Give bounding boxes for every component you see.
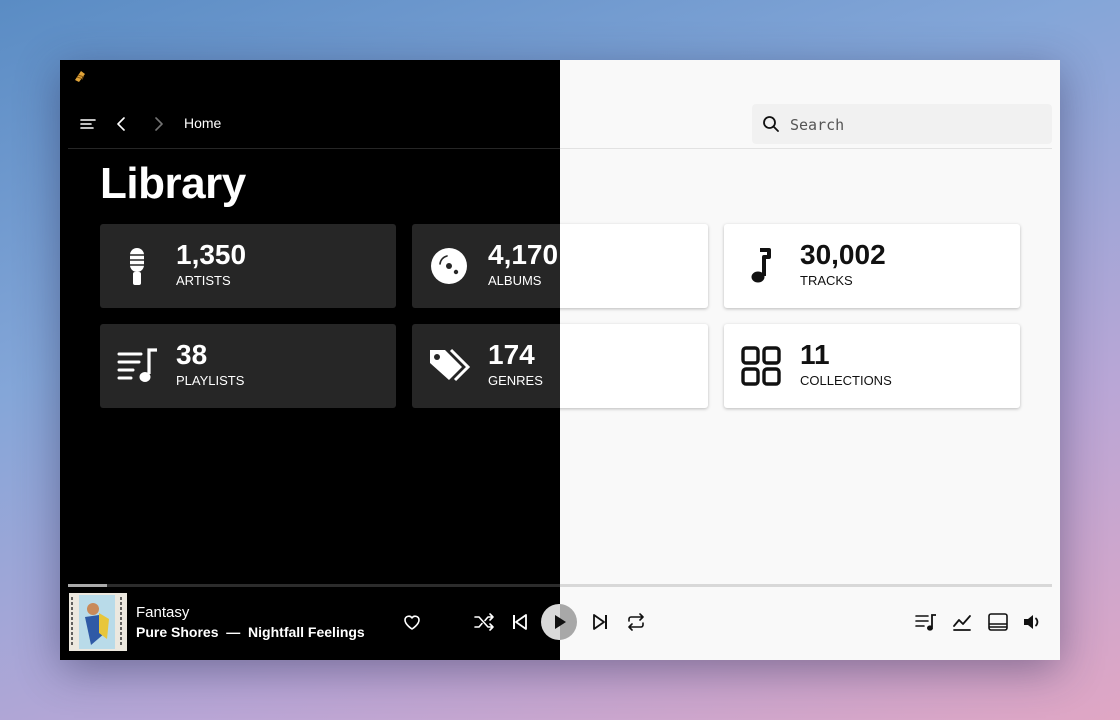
search-icon bbox=[763, 116, 779, 132]
stat-label: COLLECTIONS bbox=[800, 373, 892, 388]
app-logo-icon bbox=[75, 71, 85, 82]
track-subtitle: Pure Shores — Nightfall Feelings bbox=[136, 623, 365, 641]
queue-music-icon bbox=[915, 614, 936, 631]
heart-icon bbox=[404, 615, 420, 630]
search-box[interactable] bbox=[752, 104, 1052, 144]
stat-label: GENRES bbox=[488, 373, 543, 388]
stat-label: PLAYLISTS bbox=[176, 373, 245, 388]
like-button[interactable] bbox=[400, 610, 424, 634]
hamburger-menu-icon bbox=[80, 119, 96, 129]
back-button[interactable] bbox=[110, 112, 134, 136]
track-separator: — bbox=[226, 624, 241, 640]
page-title: Library bbox=[100, 159, 246, 208]
volume-icon bbox=[1024, 615, 1039, 629]
playback-progress-fill bbox=[68, 584, 108, 587]
menu-button[interactable] bbox=[76, 112, 100, 136]
stat-card-tracks[interactable]: 30,002 TRACKS bbox=[724, 224, 1020, 308]
stat-value: 11 bbox=[800, 339, 830, 370]
tag-icon bbox=[430, 348, 471, 382]
volume-button[interactable] bbox=[1020, 610, 1044, 634]
trend-line-icon bbox=[953, 615, 971, 631]
stat-label: ARTISTS bbox=[176, 273, 231, 288]
queue-button[interactable] bbox=[914, 610, 938, 634]
mini-player-button[interactable] bbox=[986, 610, 1010, 634]
breadcrumb[interactable]: Home bbox=[184, 113, 221, 133]
mini-player-icon bbox=[988, 613, 1008, 631]
repeat-icon bbox=[628, 613, 644, 631]
skip-next-icon bbox=[593, 614, 607, 630]
album-disc-icon bbox=[431, 248, 467, 284]
lyrics-button[interactable] bbox=[950, 610, 974, 634]
chevron-right-icon bbox=[155, 117, 163, 131]
track-title[interactable]: Fantasy bbox=[136, 604, 189, 622]
search-input[interactable] bbox=[788, 112, 1042, 138]
stat-card-collections[interactable]: 11 COLLECTIONS bbox=[724, 324, 1020, 408]
stat-value: 4,170 bbox=[488, 239, 559, 270]
track-artist[interactable]: Pure Shores bbox=[136, 624, 218, 640]
shuffle-icon bbox=[474, 613, 494, 631]
stat-value: 38 bbox=[176, 339, 208, 370]
skip-previous-icon bbox=[513, 614, 527, 630]
collections-grid-icon bbox=[741, 346, 781, 386]
chevron-left-icon bbox=[117, 117, 125, 131]
stat-value: 174 bbox=[488, 339, 535, 370]
previous-button[interactable] bbox=[508, 610, 532, 634]
stat-card-artists[interactable]: 1,350 ARTISTS bbox=[100, 224, 396, 308]
shuffle-button[interactable] bbox=[472, 610, 496, 634]
album-cover-art[interactable] bbox=[69, 593, 127, 651]
track-album[interactable]: Nightfall Feelings bbox=[248, 624, 365, 640]
app-window: Home Library 1,350 ARTISTS 4,170 bbox=[60, 60, 1060, 660]
playlist-icon bbox=[117, 348, 157, 382]
music-note-icon bbox=[751, 248, 771, 283]
repeat-button[interactable] bbox=[624, 610, 648, 634]
next-button[interactable] bbox=[588, 610, 612, 634]
microphone-icon bbox=[130, 248, 144, 285]
forward-button[interactable] bbox=[146, 112, 170, 136]
stat-value: 30,002 bbox=[800, 239, 886, 270]
stat-label: ALBUMS bbox=[488, 273, 542, 288]
stat-card-playlists[interactable]: 38 PLAYLISTS bbox=[100, 324, 396, 408]
stat-label: TRACKS bbox=[800, 273, 853, 288]
stat-value: 1,350 bbox=[176, 239, 247, 270]
